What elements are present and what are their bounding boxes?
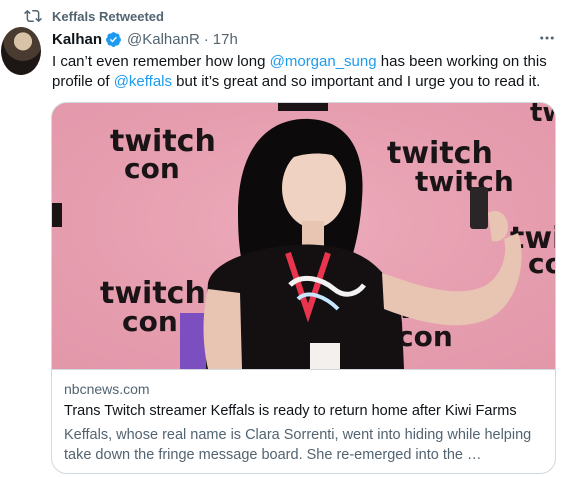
more-options-button[interactable]	[536, 28, 558, 48]
mention-link[interactable]: @keffals	[114, 73, 172, 90]
tweet-timestamp[interactable]: 17h	[213, 31, 238, 48]
separator-dot: ·	[203, 30, 209, 48]
backdrop-logo: con	[397, 320, 453, 353]
card-image[interactable]: twitch con twitch twitch twitch con twit…	[52, 103, 556, 369]
link-preview-card[interactable]: twitch con twitch twitch twitch con twit…	[51, 102, 556, 474]
retweet-label[interactable]: Keffals Retweeted	[52, 9, 164, 24]
more-icon	[540, 36, 554, 40]
backdrop-logo: con	[122, 305, 178, 338]
avatar[interactable]	[1, 27, 41, 75]
card-divider	[52, 369, 555, 370]
verified-badge-icon	[106, 31, 121, 47]
tweet[interactable]: Keffals Retweeted Kalhan @KalhanR · 17h …	[0, 0, 573, 477]
card-domain: nbcnews.com	[64, 381, 150, 397]
backdrop-logo: twitch	[415, 165, 514, 198]
retweet-icon	[24, 9, 42, 23]
backdrop-logo: con	[528, 247, 556, 280]
tweet-header: Kalhan @KalhanR · 17h	[52, 29, 238, 49]
retweet-indicator: Keffals Retweeted	[24, 7, 164, 25]
tweet-text-part: I can’t even remember how long	[52, 53, 270, 70]
backdrop-logo: con	[124, 152, 180, 185]
tweet-text: I can’t even remember how long @morgan_s…	[52, 52, 564, 92]
author-handle[interactable]: @KalhanR	[127, 31, 200, 48]
card-description: Keffals, whose real name is Clara Sorren…	[64, 427, 532, 463]
tweet-text-part: but it’s great and so important and I ur…	[172, 73, 541, 90]
mention-link[interactable]: @morgan_sung	[270, 53, 377, 70]
backdrop-logo: twitch	[530, 103, 556, 128]
author-name[interactable]: Kalhan	[52, 31, 102, 48]
card-title[interactable]: Trans Twitch streamer Keffals is ready t…	[64, 403, 549, 419]
